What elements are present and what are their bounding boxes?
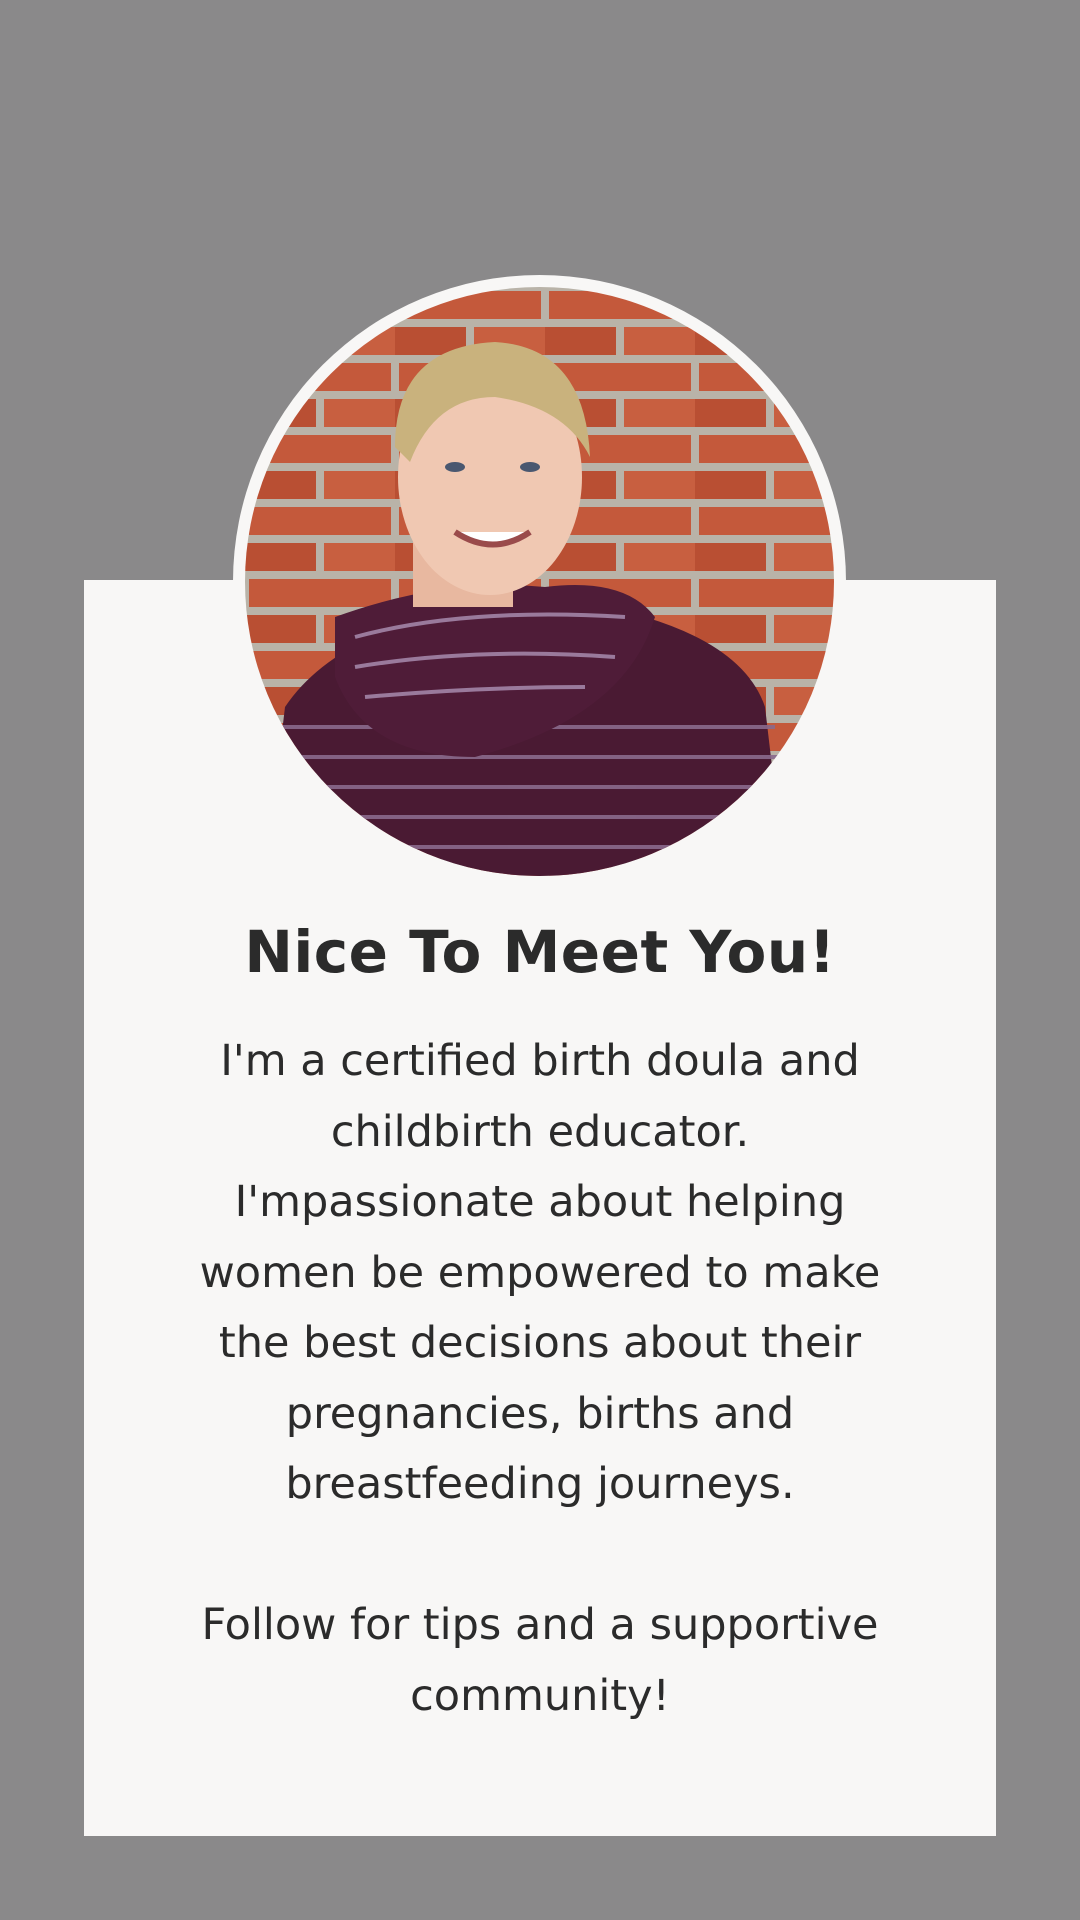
bio-line: breastfeeding journeys. [285, 1459, 795, 1509]
bio-line: community! [410, 1670, 670, 1721]
bio-line: women be empowered to make [199, 1247, 881, 1298]
bio-line: I'mpassionate about helping [234, 1177, 846, 1227]
bio-line: pregnancies, births and [285, 1388, 795, 1439]
bio-text: I'm a certified birth doula and childbir… [130, 1026, 950, 1731]
bio-line: Follow for tips and a supportive [201, 1600, 879, 1650]
bio-line: I'm a certified birth doula and [220, 1036, 860, 1086]
bio-line: the best decisions about their [218, 1318, 862, 1368]
page-title: Nice To Meet You! [244, 918, 836, 986]
profile-photo [245, 287, 834, 876]
bio-line: childbirth educator. [330, 1106, 750, 1157]
